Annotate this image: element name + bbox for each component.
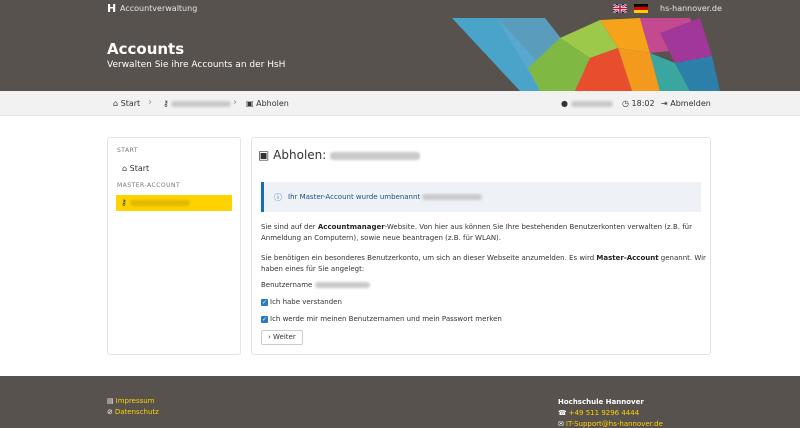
email-link[interactable]: ✉ IT-Support@hs-hannover.de [558,420,663,428]
remember-checkbox[interactable]: ✓ Ich werde mir meinen Benutzernamen und … [261,315,502,323]
session-time: 18:02 [631,99,655,108]
user-info: ● [561,99,613,108]
home-icon: ⌂ [122,164,128,173]
privacy-icon: ⊘ [107,408,113,416]
breadcrumb-account[interactable]: ⚷ [163,99,232,108]
redacted-username [570,100,613,107]
breadcrumb-bar: ⌂ Start › ⚷ › ▣ Abholen ● ◷ 18:02 ⇥ Abme… [0,91,800,116]
sidebar-item-start-label: Start [129,164,150,173]
understood-label: Ich habe verstanden [270,298,342,306]
page-header: Accounts Verwalten Sie ihre Accounts an … [0,18,800,91]
redacted-account-name [422,194,483,200]
app-name[interactable]: Accountverwaltung [120,4,197,13]
logout-link[interactable]: ⇥ Abmelden [661,99,711,108]
master-text-1: Sie benötigen ein besonderes Benutzerkon… [261,254,597,262]
top-bar: H Accountverwaltung hs-hannover.de [0,0,800,18]
privacy-link[interactable]: ⊘ Datenschutz [107,408,159,416]
master-account-paragraph: Sie benötigen ein besonderes Benutzerkon… [261,253,706,275]
domain-link[interactable]: hs-hannover.de [660,4,722,13]
german-flag-icon[interactable] [634,4,648,13]
username-label: Benutzername [261,281,313,289]
pickup-icon: ▣ [258,148,270,162]
breadcrumb-home-label: Start [120,99,141,108]
breadcrumb-current-label: Abholen [256,99,289,108]
email-label: IT-Support@hs-hannover.de [565,420,663,428]
phone-icon: ☎ [558,409,567,417]
impressum-label: Impressum [115,397,155,405]
logout-icon: ⇥ [661,99,668,108]
chevron-right-icon: › [148,97,152,108]
intro-text-1: Sie sind auf der [261,223,318,231]
redacted-account-name [171,100,232,107]
username-row: Benutzername [261,280,706,291]
document-icon: ▤ [107,397,114,405]
phone-link[interactable]: ☎ +49 511 9296 4444 [558,409,639,417]
master-bold: Master-Account [596,254,659,262]
logout-label: Abmelden [670,99,711,108]
main-panel: ▣ Abholen: ⓘ Ihr Master-Account wurde um… [251,137,711,355]
sidebar-section-start: START [117,147,139,154]
phone-label: +49 511 9296 4444 [568,409,640,417]
alert-message: Ihr Master-Account wurde umbenannt [288,193,483,201]
intro-paragraph: Sie sind auf der Accountmanager-Website.… [261,222,706,244]
alert-text: Ihr Master-Account wurde umbenannt [288,193,421,201]
footer-org-name: Hochschule Hannover [558,398,644,406]
impressum-link[interactable]: ▤ Impressum [107,397,155,405]
panel-heading: ▣ Abholen: [258,148,421,162]
sidebar-section-master: MASTER-ACCOUNT [117,182,181,189]
sidebar-item-start[interactable]: ⌂ Start [122,164,149,173]
info-alert: ⓘ Ihr Master-Account wurde umbenannt [261,182,701,212]
hsh-logo[interactable]: H [107,2,116,15]
understood-checkbox[interactable]: ✓ Ich habe verstanden [261,298,342,306]
breadcrumb-home[interactable]: ⌂ Start [113,99,140,108]
breadcrumb-current: ▣ Abholen [246,99,289,108]
clock-icon: ◷ [622,99,629,108]
panel-title: Abholen: [273,148,327,162]
envelope-icon: ✉ [558,420,564,428]
remember-label: Ich werde mir meinen Benutzernamen und m… [270,315,502,323]
sidebar: START ⌂ Start MASTER-ACCOUNT ⚷ [107,137,241,355]
key-icon: ⚷ [121,198,127,207]
key-icon: ⚷ [163,99,169,108]
continue-button[interactable]: › Weiter [261,330,303,345]
intro-bold-1: Accountmanager [317,223,385,231]
continue-label: Weiter [273,333,296,341]
privacy-label: Datenschutz [114,408,159,416]
checkbox-checked-icon[interactable]: ✓ [261,315,268,323]
page-subtitle: Verwalten Sie ihre Accounts an der HsH [107,60,286,70]
redacted-username [314,282,370,288]
page-title: Accounts [107,40,185,58]
chevron-right-icon: › [233,97,237,108]
home-icon: ⌂ [113,99,119,108]
info-icon: ⓘ [274,193,282,202]
user-icon: ● [561,99,568,108]
english-flag-icon[interactable] [613,4,627,13]
checkbox-checked-icon[interactable]: ✓ [261,298,268,306]
redacted-account-name [330,151,421,160]
pickup-icon: ▣ [246,99,254,108]
chevron-right-icon: › [268,333,271,341]
sidebar-item-master-account[interactable]: ⚷ [116,195,232,211]
redacted-account-name [130,200,190,206]
session-timer: ◷ 18:02 [622,99,655,108]
footer: ▤ Impressum ⊘ Datenschutz Hochschule Hanno… [0,376,800,428]
